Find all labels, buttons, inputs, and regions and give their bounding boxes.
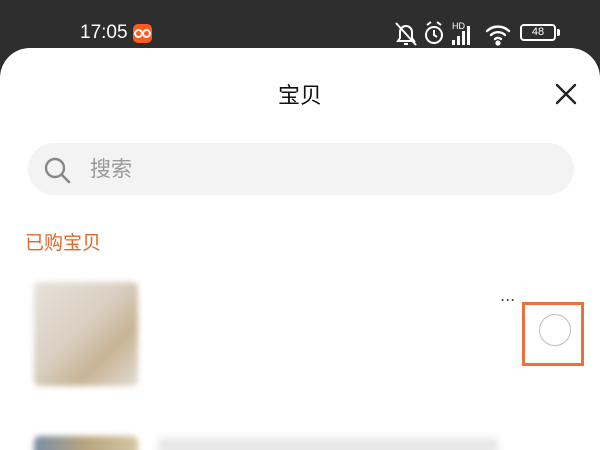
mute-bell-icon <box>395 22 417 46</box>
close-icon[interactable] <box>551 79 581 109</box>
search-icon <box>44 157 71 184</box>
battery-icon: 48 <box>520 24 556 41</box>
product-tag <box>160 363 230 381</box>
section-heading: 已购宝贝 <box>25 232 102 254</box>
product-title[interactable] <box>158 438 498 450</box>
network-label: HD <box>452 21 465 31</box>
alarm-icon <box>425 21 443 44</box>
search-input[interactable] <box>90 143 550 195</box>
wifi-icon <box>485 25 511 46</box>
select-radio[interactable] <box>539 314 571 346</box>
product-thumbnail[interactable] <box>34 282 138 386</box>
product-thumbnail[interactable] <box>34 436 138 450</box>
product-title-ellipsis: ... <box>500 286 516 305</box>
app-icon <box>133 24 152 43</box>
search-box[interactable] <box>28 143 574 195</box>
status-time: 17:05 <box>80 22 128 43</box>
battery-cap <box>557 29 560 36</box>
sheet-title: 宝贝 <box>277 84 322 109</box>
bottom-sheet: 宝贝 已购宝贝 ... <box>0 48 600 450</box>
product-title[interactable] <box>158 282 498 304</box>
